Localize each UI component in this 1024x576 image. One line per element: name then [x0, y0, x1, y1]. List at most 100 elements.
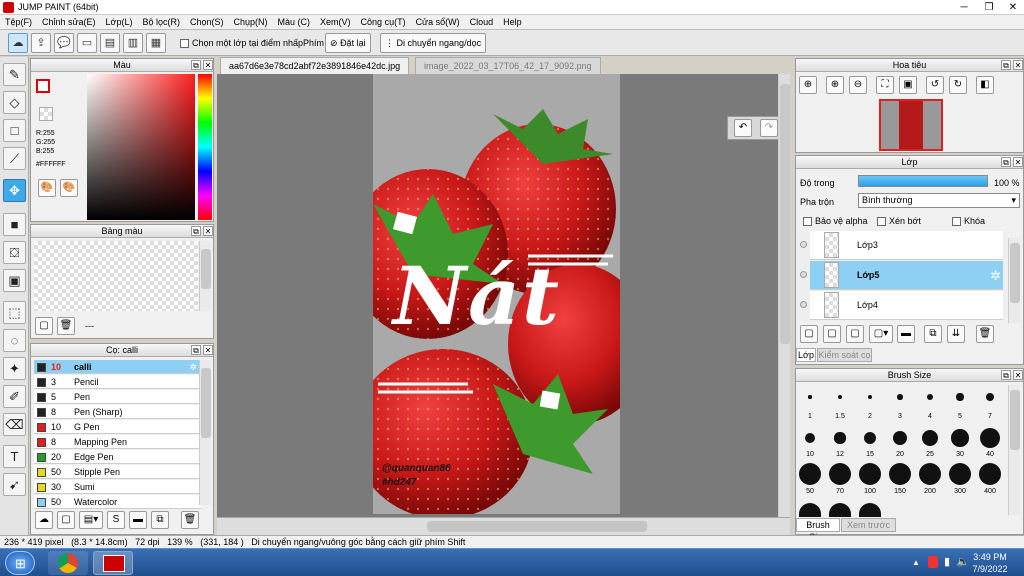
start-button[interactable]: ⊞: [5, 551, 35, 575]
network-icon[interactable]: ▮: [944, 555, 950, 568]
brush-settings-icon[interactable]: S: [107, 511, 125, 529]
move-tool-icon[interactable]: ✥: [3, 179, 26, 202]
navigator-preview[interactable]: [879, 99, 943, 151]
select-eraser-tool-icon[interactable]: ⌫: [3, 413, 26, 436]
delete-brush-icon[interactable]: 🗑: [181, 511, 199, 529]
brush-size-dot[interactable]: [926, 393, 934, 401]
panel-float-icon[interactable]: ⧉: [191, 226, 201, 236]
opacity-slider[interactable]: [858, 175, 988, 187]
delete-palette-icon[interactable]: 🗑: [57, 317, 75, 335]
brush-size-dot[interactable]: [863, 431, 877, 445]
brush-size-dot[interactable]: [922, 430, 938, 446]
layer-row[interactable]: Lớp5 ✲: [800, 261, 1003, 290]
brush-list-item[interactable]: 3 Pencil: [34, 375, 201, 389]
magic-wand-tool-icon[interactable]: ✦: [3, 357, 26, 380]
brush-list-item[interactable]: 8 Pen (Sharp): [34, 405, 201, 419]
cloud-icon[interactable]: ☁: [8, 33, 28, 53]
panel-float-icon[interactable]: ⧉: [1001, 60, 1011, 70]
canvas-vertical-scrollbar[interactable]: [778, 74, 790, 517]
brush-size-dot[interactable]: [956, 393, 964, 401]
layer-row[interactable]: Lớp3: [800, 231, 1003, 260]
operation-tool-icon[interactable]: ➹: [3, 473, 26, 496]
panel-float-icon[interactable]: ⧉: [1001, 157, 1011, 167]
select-one-layer-checkbox[interactable]: [180, 39, 189, 49]
brush-size-dot[interactable]: [889, 463, 911, 485]
zoom-in-icon[interactable]: ⊕: [799, 76, 817, 94]
new-layer-icon[interactable]: ▢: [800, 325, 818, 343]
brush-list-item[interactable]: 30 Sumi: [34, 480, 201, 494]
brush-list-item[interactable]: 10 G Pen: [34, 420, 201, 434]
duplicate-layer-icon[interactable]: ⧉: [924, 325, 942, 343]
brush-list-item[interactable]: 10 calli ✲: [34, 360, 201, 374]
panel-close-icon[interactable]: ✕: [203, 60, 213, 70]
main-color-swatch[interactable]: [36, 79, 50, 93]
brush-size-dot[interactable]: [979, 463, 1001, 485]
taskbar-chrome[interactable]: [48, 551, 88, 575]
rotate-right-icon[interactable]: ↻: [949, 76, 967, 94]
layer-visibility-icon[interactable]: [800, 241, 807, 248]
menu-filter[interactable]: Bộ lọc(R): [137, 15, 185, 29]
layer-visibility-icon[interactable]: [800, 301, 807, 308]
layer-visibility-icon[interactable]: [800, 271, 807, 278]
canvas-h-thumb[interactable]: [427, 521, 647, 532]
brush-size-dot[interactable]: [867, 394, 873, 400]
tab-document-2[interactable]: image_2022_03_17T06_42_17_9092.png: [415, 57, 601, 74]
brush-size-dot[interactable]: [859, 503, 881, 517]
palette-swatches[interactable]: [34, 241, 198, 311]
menu-select[interactable]: Chọn(S): [185, 15, 229, 29]
actual-size-icon[interactable]: ▣: [899, 76, 917, 94]
zoom-out-icon[interactable]: ⊖: [849, 76, 867, 94]
undo-icon[interactable]: ↶: [734, 119, 752, 137]
lock-option[interactable]: Khóa: [952, 216, 985, 227]
brush-copy-icon[interactable]: ⧉: [151, 511, 169, 529]
maximize-button[interactable]: ❐: [980, 1, 998, 14]
canvas-horizontal-scrollbar[interactable]: [217, 517, 790, 535]
brush-list-item[interactable]: 8 Mapping Pen: [34, 435, 201, 449]
menu-edit[interactable]: Chỉnh sửa(E): [37, 15, 101, 29]
tray-flag-icon[interactable]: [928, 556, 938, 568]
brush-size-dot[interactable]: [799, 503, 821, 517]
brush-menu-icon[interactable]: ▤▾: [79, 511, 103, 529]
brush-size-dot[interactable]: [897, 394, 903, 400]
new-1bit-layer-icon[interactable]: ▢: [846, 325, 864, 343]
page-icon[interactable]: ▥: [123, 33, 143, 53]
layer-scrollbar[interactable]: [1008, 238, 1020, 323]
brush-list-item[interactable]: 50 Watercolor: [34, 495, 201, 509]
bucket-tool-icon[interactable]: ⛋: [3, 241, 26, 264]
flip-icon[interactable]: ◧: [976, 76, 994, 94]
new-8bit-layer-icon[interactable]: ▢: [823, 325, 841, 343]
brush-size-dot[interactable]: [808, 395, 812, 399]
delete-layer-icon[interactable]: 🗑: [976, 325, 994, 343]
brush-size-scrollbar[interactable]: [1008, 385, 1020, 515]
canvas-area[interactable]: Nát @quanquan86 #hd247 ↶ ↷: [217, 74, 790, 517]
panel-close-icon[interactable]: ✕: [1013, 370, 1023, 380]
select-one-layer-option[interactable]: Chọn một lớp tại điểm nhấp: [180, 38, 303, 49]
protect-alpha-option[interactable]: Bảo vệ alpha: [803, 216, 868, 227]
panel-close-icon[interactable]: ✕: [1013, 60, 1023, 70]
panel-float-icon[interactable]: ⧉: [191, 60, 201, 70]
document-icon[interactable]: ▤: [100, 33, 120, 53]
tab-brush-preview[interactable]: Xem trước cọ: [841, 518, 896, 542]
gradient-tool-icon[interactable]: ▣: [3, 269, 26, 292]
blend-mode-select[interactable]: Bình thường ▾: [858, 193, 1020, 208]
menu-color[interactable]: Màu (C): [273, 15, 316, 29]
brush-size-dot[interactable]: [829, 463, 851, 485]
brush-size-dot[interactable]: [951, 429, 969, 447]
rectangle-tool-icon[interactable]: □: [3, 119, 26, 142]
transparent-swatch[interactable]: [39, 107, 53, 121]
brush-size-dot[interactable]: [919, 463, 941, 485]
menu-tools[interactable]: Công cụ(T): [356, 15, 411, 29]
clipping-option[interactable]: Xén bớt: [877, 216, 921, 227]
merge-layer-icon[interactable]: ⇊: [947, 325, 965, 343]
menu-help[interactable]: Help: [498, 15, 527, 29]
fill-rect-tool-icon[interactable]: ■: [3, 213, 26, 236]
layer-folder-icon[interactable]: ▬: [897, 325, 915, 343]
brush-folder-icon[interactable]: ▬: [129, 511, 147, 529]
brush-tool-icon[interactable]: ✎: [3, 63, 26, 86]
add-layer-menu-icon[interactable]: ▢▾: [869, 325, 893, 343]
fit-screen-icon[interactable]: ⛶: [876, 76, 894, 94]
grid-icon[interactable]: ▦: [146, 33, 166, 53]
line-tool-icon[interactable]: ⟋: [3, 147, 26, 170]
minimize-button[interactable]: ─: [955, 1, 973, 14]
move-axis-button[interactable]: ⋮ Di chuyển ngang/dọc: [380, 33, 487, 53]
